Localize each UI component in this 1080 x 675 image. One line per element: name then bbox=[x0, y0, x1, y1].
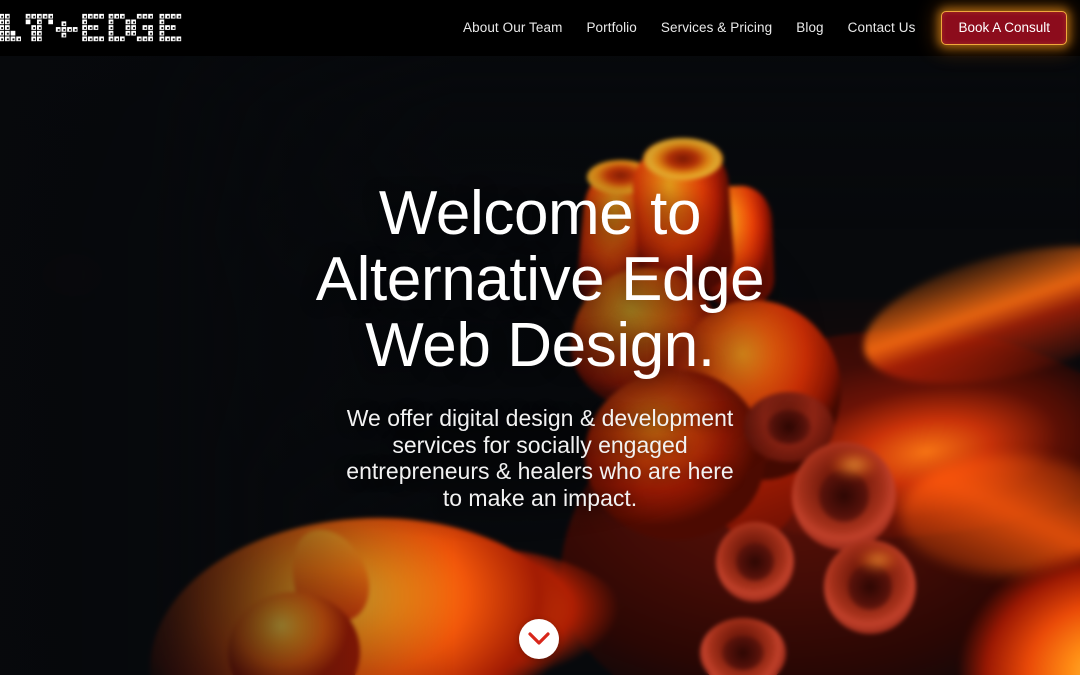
nav-portfolio[interactable]: Portfolio bbox=[574, 18, 648, 38]
main-navigation: About Our Team Portfolio Services & Pric… bbox=[451, 11, 1080, 45]
logo-pixel-wordmark bbox=[0, 13, 182, 42]
hero-title-line-3: Web Design. bbox=[365, 311, 715, 380]
site-logo[interactable] bbox=[0, 11, 184, 45]
scroll-down-button[interactable] bbox=[519, 619, 559, 659]
book-a-consult-button[interactable]: Book A Consult bbox=[941, 11, 1067, 45]
page-root: About Our Team Portfolio Services & Pric… bbox=[0, 0, 1080, 675]
hero-title-line-1: Welcome to bbox=[378, 179, 702, 248]
site-header: About Our Team Portfolio Services & Pric… bbox=[0, 0, 1080, 56]
hero-title: Welcome to Alternative Edge Web Design. bbox=[230, 181, 850, 379]
hero-subtitle: We offer digital design & development se… bbox=[346, 405, 734, 511]
nav-blog[interactable]: Blog bbox=[784, 18, 835, 38]
chevron-down-icon bbox=[528, 632, 550, 645]
nav-about-our-team[interactable]: About Our Team bbox=[451, 18, 574, 38]
hero-title-line-2: Alternative Edge bbox=[315, 245, 765, 314]
hero-section: Welcome to Alternative Edge Web Design. … bbox=[0, 56, 1080, 675]
nav-services-pricing[interactable]: Services & Pricing bbox=[649, 18, 784, 38]
nav-contact-us[interactable]: Contact Us bbox=[836, 18, 928, 38]
